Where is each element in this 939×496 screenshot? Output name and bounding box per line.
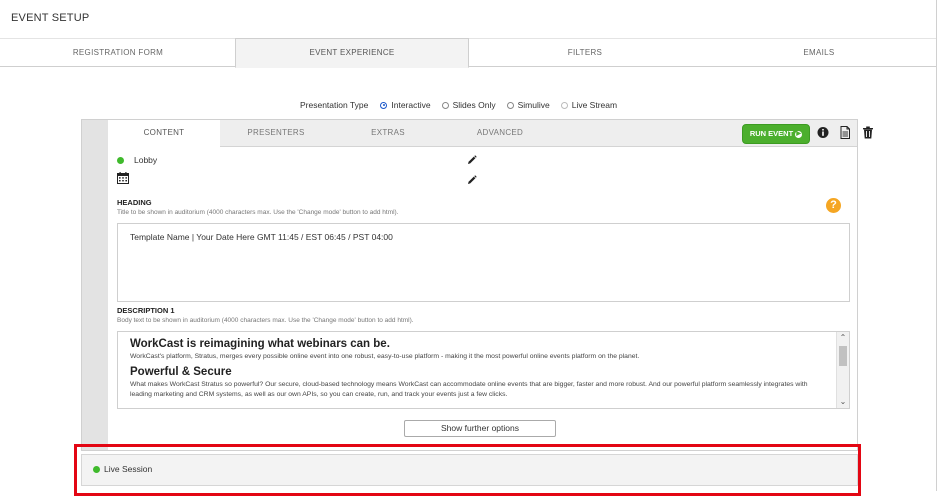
description-paragraph-2: What makes WorkCast Stratus so powerful?… [130, 381, 808, 398]
description-heading-1: WorkCast is reimagining what webinars ca… [130, 338, 390, 350]
page-title: EVENT SETUP [11, 12, 90, 24]
highlight-box [74, 444, 861, 496]
radio-live-stream[interactable]: Live Stream [560, 100, 617, 110]
presentation-type-label: Presentation Type [300, 100, 369, 110]
heading-section-title: HEADING [117, 198, 152, 207]
description-scrollbar[interactable]: ⌃ ⌄ [836, 332, 849, 408]
subtab-advanced[interactable]: ADVANCED [444, 120, 556, 146]
description-section-title: DESCRIPTION 1 [117, 306, 175, 315]
tab-event-experience[interactable]: EVENT EXPERIENCE [235, 38, 469, 68]
lobby-row[interactable]: Lobby [117, 155, 157, 165]
help-icon[interactable]: ? [826, 198, 841, 213]
heading-value: Template Name | Your Date Here GMT 11:45… [130, 232, 393, 242]
description-heading-2: Powerful & Secure [130, 366, 232, 378]
tab-filters[interactable]: FILTERS [468, 39, 702, 66]
radio-selected-icon [380, 101, 388, 109]
subtab-extras[interactable]: EXTRAS [332, 120, 444, 146]
subtab-content[interactable]: CONTENT [108, 120, 220, 147]
description-section-hint: Body text to be shown in auditorium (400… [117, 317, 414, 324]
description-editor[interactable]: WorkCast is reimagining what webinars ca… [117, 331, 850, 409]
scroll-down-icon[interactable]: ⌄ [837, 396, 849, 408]
scroll-up-icon[interactable]: ⌃ [837, 332, 849, 344]
radio-empty-icon [506, 101, 514, 109]
play-circle-icon: ▶ [795, 130, 803, 138]
presentation-type-group: Presentation Type Interactive Slides Onl… [300, 100, 628, 110]
tab-emails[interactable]: EMAILS [702, 39, 936, 66]
subtab-presenters[interactable]: PRESENTERS [220, 120, 332, 146]
radio-empty-icon [560, 101, 568, 109]
session-panel: CONTENT PRESENTERS EXTRAS ADVANCED RUN E… [81, 119, 873, 451]
description-paragraph-1: WorkCast's platform, Stratus, merges eve… [130, 353, 640, 360]
radio-interactive[interactable]: Interactive [380, 100, 431, 110]
tab-registration-form[interactable]: REGISTRATION FORM [0, 39, 236, 66]
title-bar: EVENT SETUP [0, 0, 936, 39]
content-subtabs: CONTENT PRESENTERS EXTRAS ADVANCED RUN E… [108, 120, 873, 147]
run-event-button[interactable]: RUN EVENT ▶ [742, 124, 810, 144]
trash-icon[interactable] [862, 126, 874, 139]
edit-pencil-icon[interactable] [467, 155, 477, 165]
heading-textarea[interactable]: Template Name | Your Date Here GMT 11:45… [117, 223, 850, 302]
document-icon[interactable] [839, 126, 851, 139]
description-content: WorkCast is reimagining what webinars ca… [130, 336, 830, 404]
calendar-icon[interactable] [117, 172, 129, 184]
heading-section-hint: Title to be shown in auditorium (4000 ch… [117, 209, 399, 216]
main-tabs: REGISTRATION FORM EVENT EXPERIENCE FILTE… [0, 38, 936, 68]
panel-side-strip [82, 120, 108, 450]
radio-simulive[interactable]: Simulive [506, 100, 550, 110]
status-dot-icon [117, 156, 124, 164]
radio-empty-icon [441, 101, 449, 109]
edit-pencil-icon[interactable] [467, 175, 477, 185]
show-further-options-button[interactable]: Show further options [404, 420, 556, 437]
radio-slides-only[interactable]: Slides Only [441, 100, 496, 110]
scroll-thumb[interactable] [839, 346, 847, 366]
event-setup-window: EVENT SETUP REGISTRATION FORM EVENT EXPE… [0, 0, 937, 496]
lobby-label: Lobby [134, 155, 158, 165]
info-icon[interactable] [817, 126, 829, 139]
